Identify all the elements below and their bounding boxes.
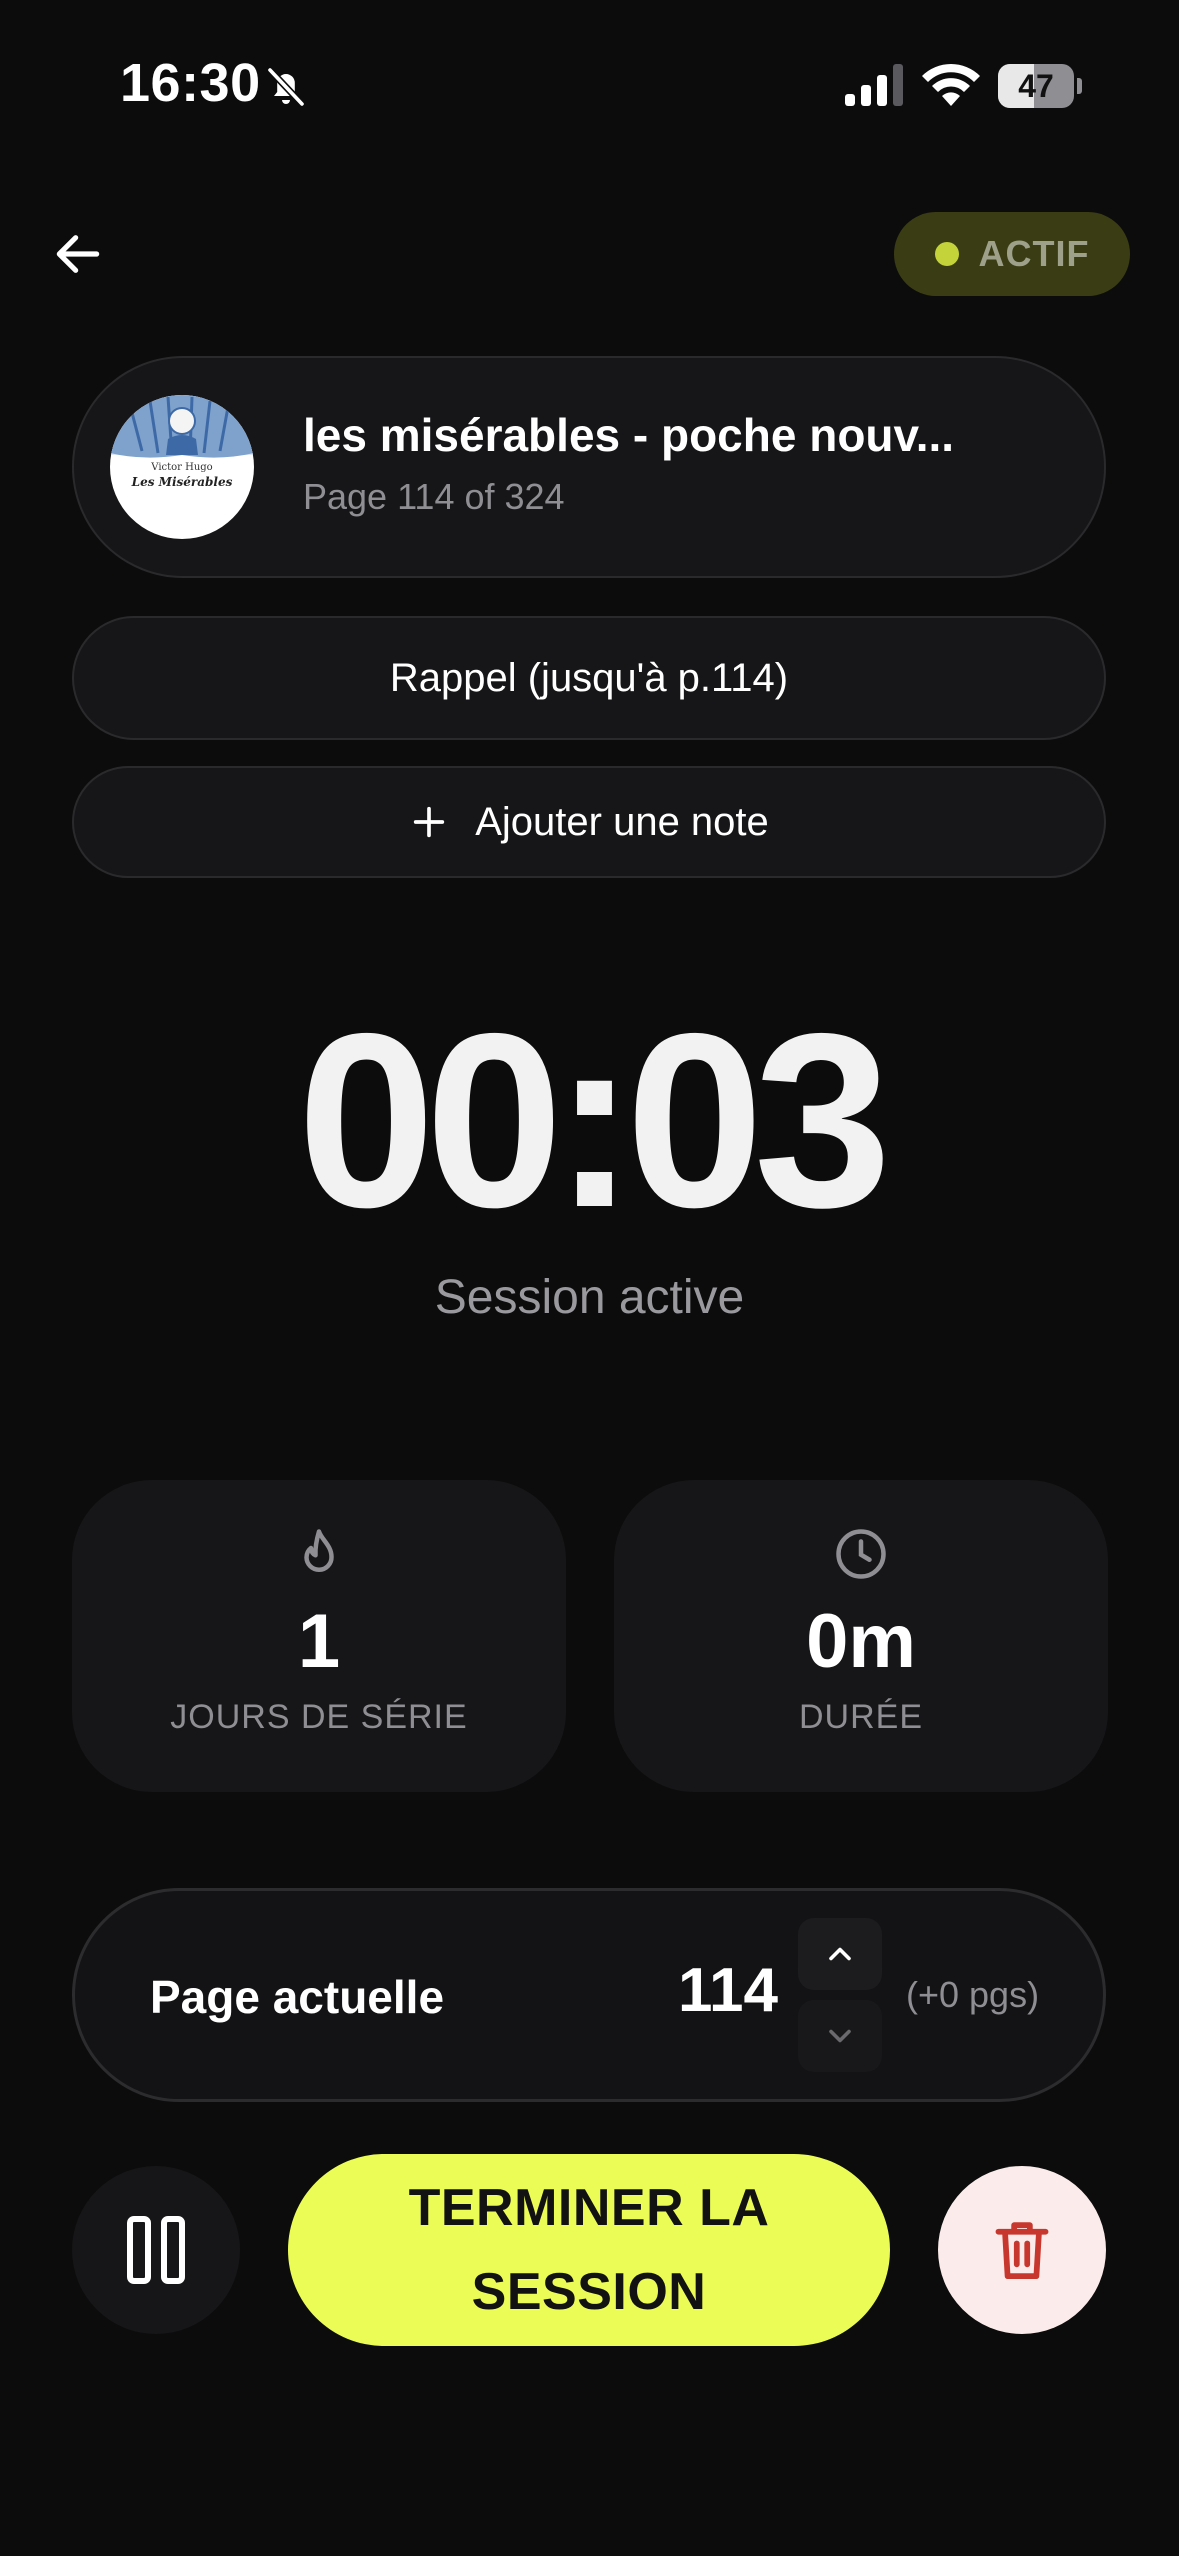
streak-card: 1 JOURS DE SÉRIE (72, 1480, 566, 1792)
status-time: 16:30 (120, 53, 261, 113)
rappel-button[interactable]: Rappel (jusqu'à p.114) (72, 616, 1106, 740)
page-decrement-button[interactable] (798, 2000, 882, 2072)
battery-level: 47 (1018, 68, 1054, 104)
signal-icon (845, 64, 903, 106)
pause-icon (127, 2216, 185, 2284)
add-note-button[interactable]: Ajouter une note (72, 766, 1106, 878)
wifi-icon (922, 63, 980, 106)
chevron-up-icon (829, 1947, 851, 1961)
arrow-left-icon[interactable] (50, 226, 106, 282)
duration-label: DURÉE (798, 1698, 924, 1736)
status-label: ACTIF (978, 233, 1090, 274)
add-note-label: Ajouter une note (475, 799, 769, 844)
flame-icon (304, 1529, 334, 1572)
pause-button[interactable] (72, 2166, 240, 2334)
status-badge: ACTIF (894, 212, 1130, 296)
bell-slash-icon (267, 67, 305, 107)
book-progress: Page 114 of 324 (303, 476, 565, 517)
delete-session-button[interactable] (938, 2166, 1106, 2334)
streak-label: JOURS DE SÉRIE (170, 1698, 468, 1736)
current-page-label: Page actuelle (150, 1971, 445, 2023)
session-status: Session active (434, 1271, 745, 1324)
finish-session-button[interactable]: TERMINER LA SESSION (288, 2154, 890, 2346)
cover-title: Les Misérables (131, 475, 233, 489)
battery-icon: 47 (998, 64, 1082, 108)
streak-value: 1 (297, 1599, 341, 1684)
rappel-label: Rappel (jusqu'à p.114) (389, 655, 789, 700)
session-timer: 00:03 (297, 981, 891, 1259)
current-page-value[interactable]: 114 (640, 1955, 778, 2026)
duration-value: 0m (806, 1599, 916, 1684)
cover-author: Victor Hugo (151, 462, 213, 473)
status-dot (934, 242, 959, 266)
duration-card: 0m DURÉE (614, 1480, 1108, 1792)
page-increment-button[interactable] (798, 1918, 882, 1990)
plus-icon (414, 806, 445, 838)
trash-icon (995, 2222, 1049, 2280)
page-delta: (+0 pgs) (906, 1974, 1040, 2015)
chevron-down-icon (829, 2029, 851, 2043)
book-title: les misérables - poche nouv... (303, 409, 955, 461)
book-cover: Victor Hugo Les Misérables (110, 395, 254, 539)
clock-icon (836, 1529, 886, 1579)
finish-session-label: TERMINER LA SESSION (408, 2179, 770, 2321)
